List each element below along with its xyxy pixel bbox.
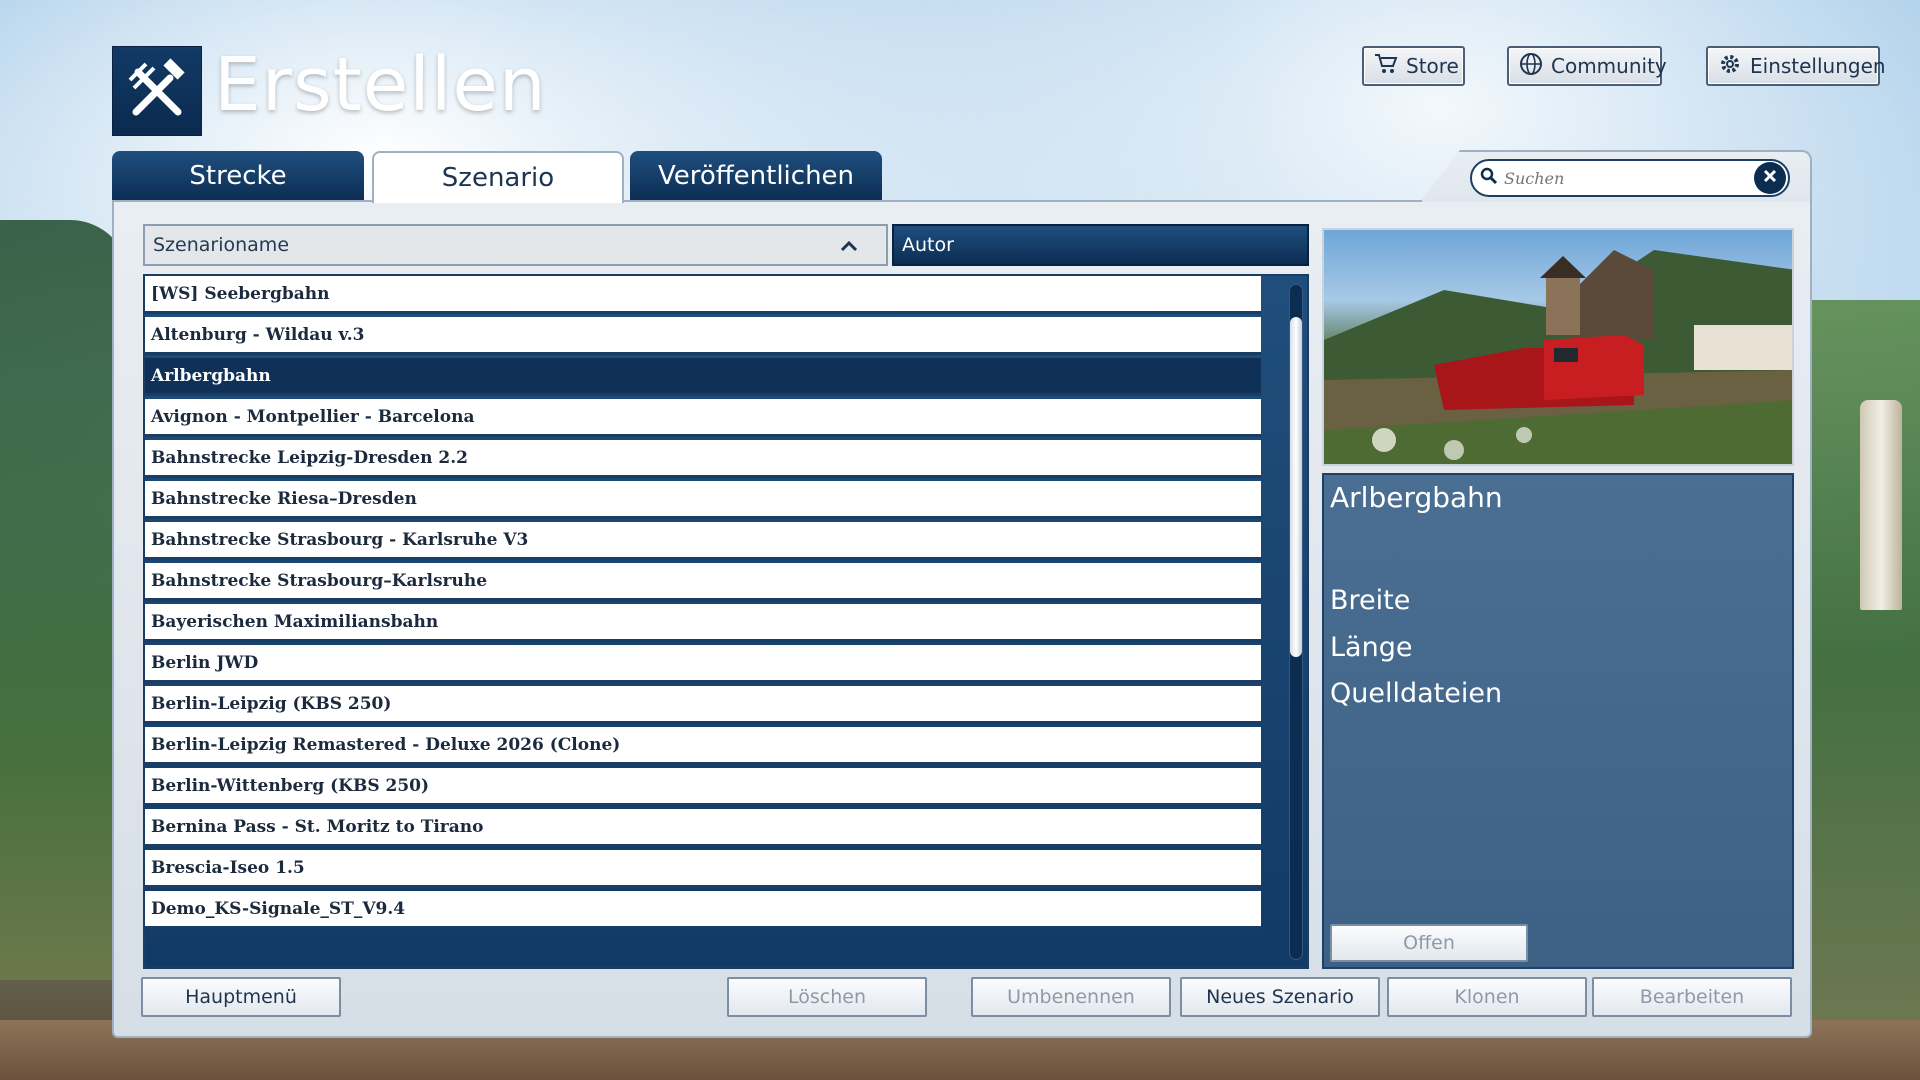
scenario-preview-image xyxy=(1322,228,1794,466)
list-item[interactable]: [WS] Seebergbahn xyxy=(145,276,1261,314)
community-button[interactable]: Community xyxy=(1507,46,1667,86)
clear-search-button[interactable] xyxy=(1754,162,1786,194)
main-menu-button[interactable]: Hauptmenü xyxy=(141,977,341,1017)
background-lighthouse xyxy=(1860,400,1902,610)
list-item[interactable]: Bahnstrecke Riesa–Dresden xyxy=(145,481,1261,519)
scrollbar[interactable] xyxy=(1289,284,1303,960)
search-input[interactable] xyxy=(1504,168,1754,188)
settings-button[interactable]: Einstellungen xyxy=(1706,46,1886,86)
details-label-source-files: Quelldateien xyxy=(1330,678,1503,709)
chevron-up-icon xyxy=(840,236,858,258)
clone-button[interactable]: Klonen xyxy=(1387,977,1587,1017)
edit-button[interactable]: Bearbeiten xyxy=(1592,977,1792,1017)
scenario-details-panel: Arlbergbahn Breite Länge Quelldateien Of… xyxy=(1322,473,1794,969)
list-item[interactable]: Demo_KS-Signale_ST_V9.4 xyxy=(145,891,1261,929)
list-item[interactable]: Berlin JWD xyxy=(145,645,1261,683)
list-item[interactable]: Bayerischen Maximiliansbahn xyxy=(145,604,1261,642)
column-header-scenario-name[interactable]: Szenarioname xyxy=(143,224,888,266)
search-icon xyxy=(1480,167,1498,189)
list-item[interactable]: Brescia-Iseo 1.5 xyxy=(145,850,1261,888)
scenario-list: [WS] Seebergbahn Altenburg - Wildau v.3 … xyxy=(143,274,1309,969)
tab-szenario[interactable]: Szenario xyxy=(372,151,624,203)
open-button[interactable]: Offen xyxy=(1330,924,1528,962)
store-label: Store xyxy=(1406,54,1459,78)
list-item[interactable]: Berlin-Leipzig (KBS 250) xyxy=(145,686,1261,724)
list-item[interactable]: Avignon - Montpellier - Barcelona xyxy=(145,399,1261,437)
globe-icon xyxy=(1519,52,1543,81)
settings-label: Einstellungen xyxy=(1750,54,1886,78)
column-header-author[interactable]: Autor xyxy=(892,224,1309,266)
details-label-length: Länge xyxy=(1330,632,1413,663)
tab-veroeffentlichen[interactable]: Veröffentlichen xyxy=(630,151,882,201)
rename-button[interactable]: Umbenennen xyxy=(971,977,1171,1017)
close-icon xyxy=(1762,168,1778,188)
scrollbar-thumb[interactable] xyxy=(1290,317,1302,657)
search-box xyxy=(1470,159,1790,197)
store-button[interactable]: Store xyxy=(1362,46,1465,86)
gear-icon xyxy=(1718,52,1742,81)
new-scenario-button[interactable]: Neues Szenario xyxy=(1180,977,1380,1017)
delete-button[interactable]: Löschen xyxy=(727,977,927,1017)
tab-strecke[interactable]: Strecke xyxy=(112,151,364,201)
page-title: Erstellen xyxy=(214,42,547,128)
list-item[interactable]: Bahnstrecke Strasbourg - Karlsruhe V3 xyxy=(145,522,1261,560)
community-label: Community xyxy=(1551,54,1667,78)
list-item[interactable]: Bahnstrecke Leipzig-Dresden 2.2 xyxy=(145,440,1261,478)
list-item-selected[interactable]: Arlbergbahn xyxy=(145,358,1261,396)
list-item[interactable]: Berlin-Leipzig Remastered - Deluxe 2026 … xyxy=(145,727,1261,765)
details-label-width: Breite xyxy=(1330,585,1411,616)
column-header-label: Szenarioname xyxy=(153,234,290,256)
list-item[interactable]: Bahnstrecke Strasbourg–Karlsruhe xyxy=(145,563,1261,601)
list-item[interactable]: Berlin-Wittenberg (KBS 250) xyxy=(145,768,1261,806)
details-title: Arlbergbahn xyxy=(1330,481,1503,514)
tools-icon xyxy=(112,46,202,136)
list-item[interactable]: Bernina Pass - St. Moritz to Tirano xyxy=(145,809,1261,847)
list-item[interactable]: Altenburg - Wildau v.3 xyxy=(145,317,1261,355)
cart-icon xyxy=(1374,53,1398,80)
background-trees xyxy=(0,220,130,980)
